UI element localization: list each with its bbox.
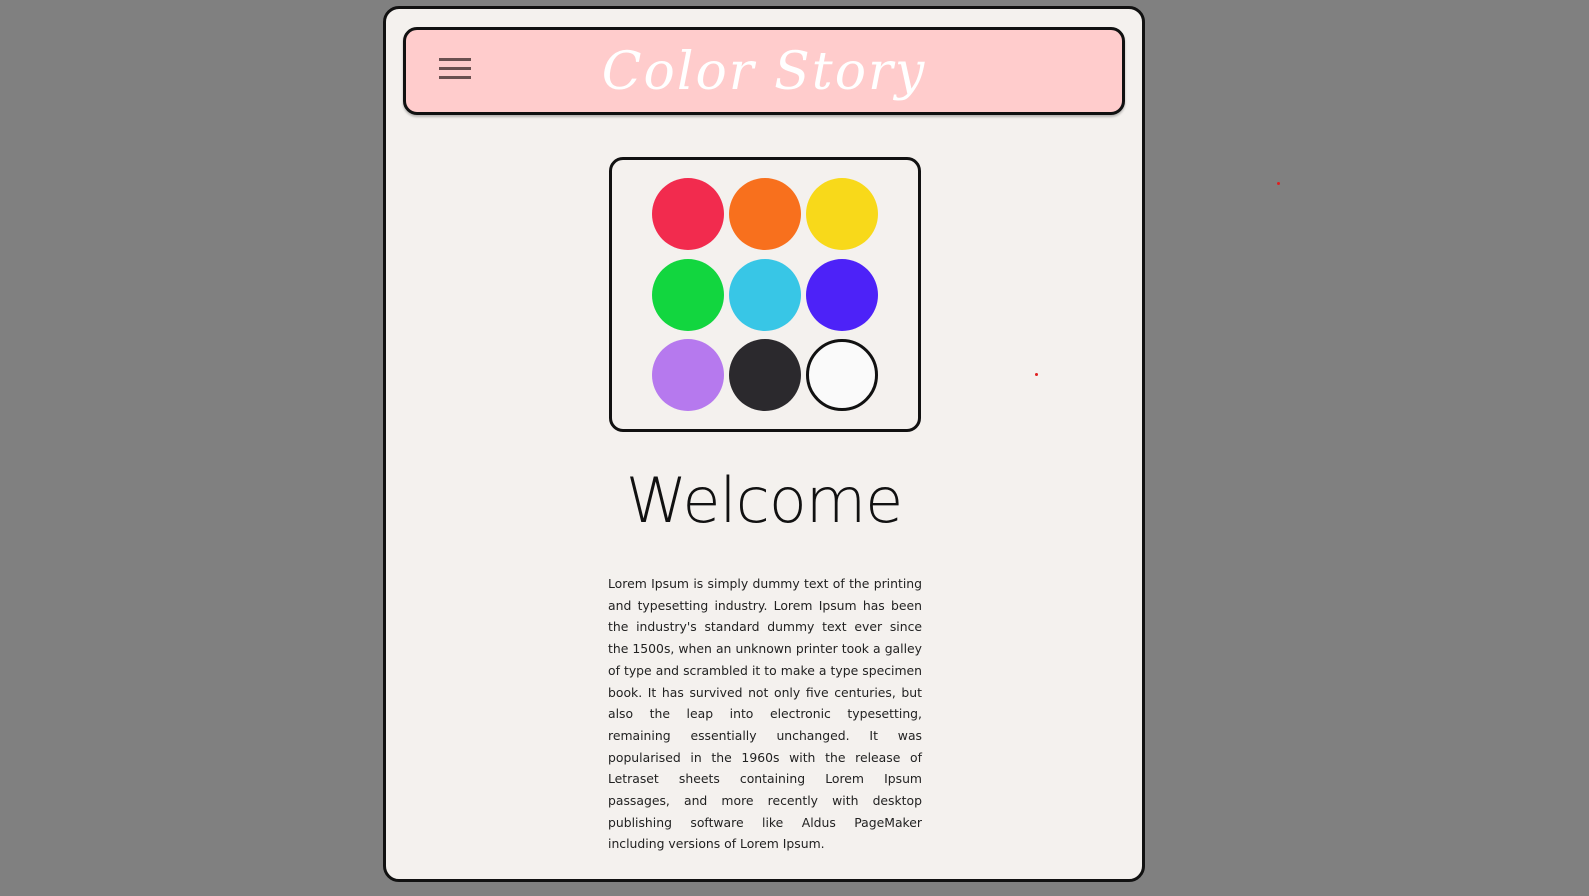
swatch-red[interactable] <box>652 178 724 250</box>
stray-dot <box>1277 182 1280 185</box>
swatch-blue[interactable] <box>806 259 878 331</box>
swatch-purple[interactable] <box>652 339 724 411</box>
app-frame: Color Story Welcome Lorem Ipsum is simpl… <box>383 6 1145 882</box>
stray-dot <box>1035 373 1038 376</box>
app-header: Color Story <box>403 27 1125 115</box>
swatch-cyan[interactable] <box>729 259 801 331</box>
swatch-white[interactable] <box>806 339 878 411</box>
welcome-heading: Welcome <box>625 464 904 537</box>
swatch-orange[interactable] <box>729 178 801 250</box>
swatch-black[interactable] <box>729 339 801 411</box>
app-title: Color Story <box>601 42 927 102</box>
swatch-yellow[interactable] <box>806 178 878 250</box>
swatch-green[interactable] <box>652 259 724 331</box>
intro-paragraph: Lorem Ipsum is simply dummy text of the … <box>608 576 922 852</box>
color-palette <box>609 157 921 432</box>
